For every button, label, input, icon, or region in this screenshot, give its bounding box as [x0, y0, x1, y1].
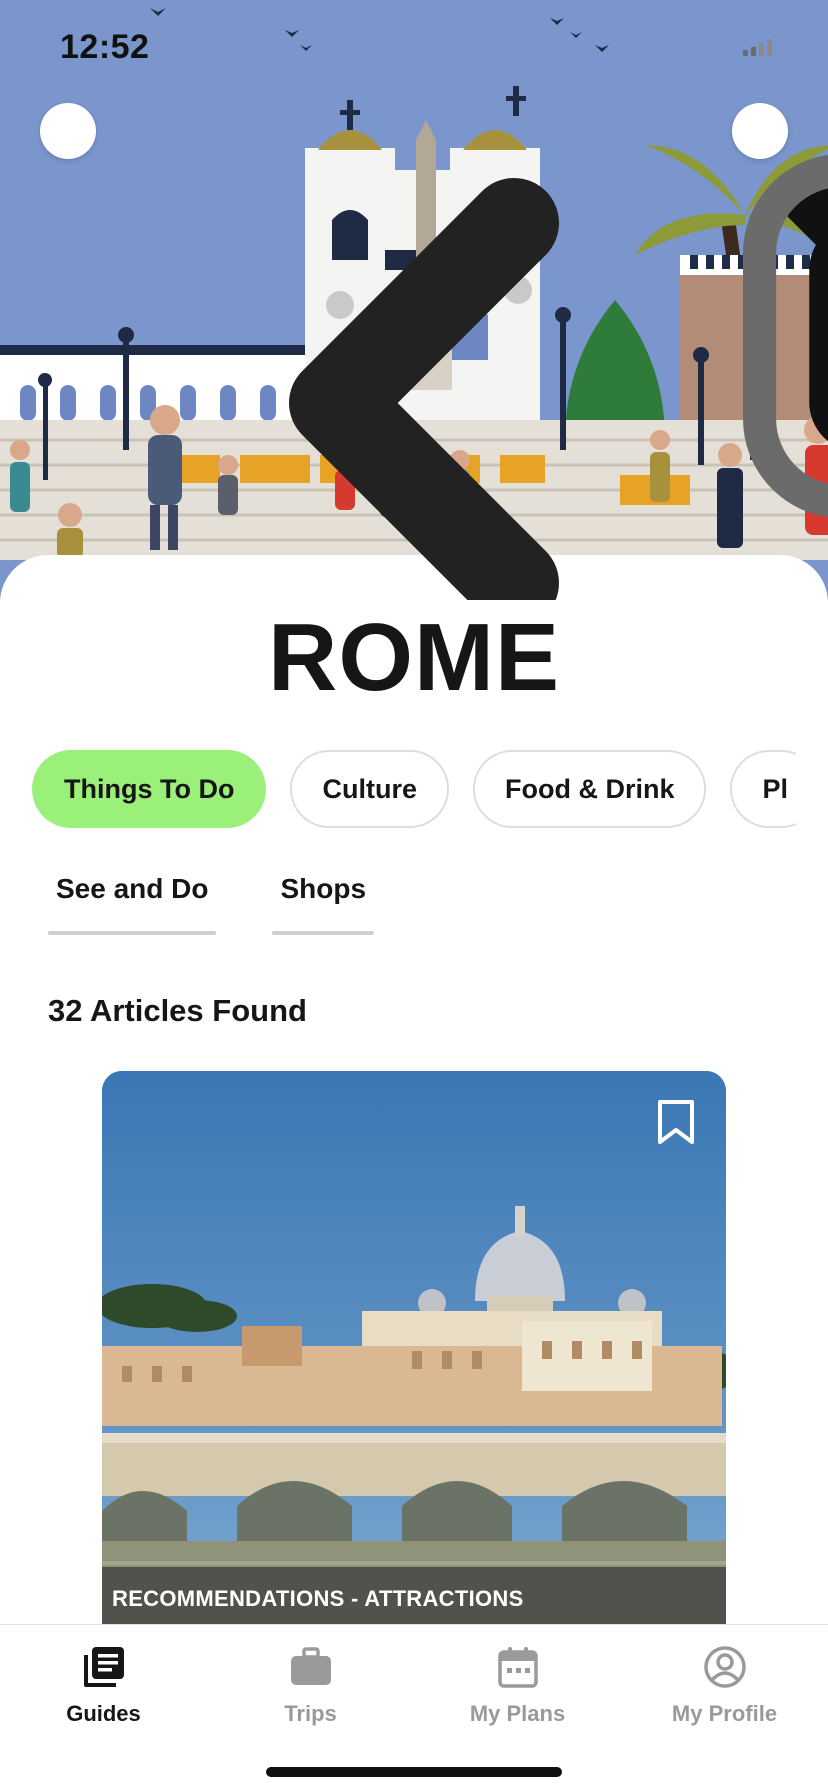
calendar-icon — [494, 1643, 542, 1691]
tab-my-profile[interactable]: My Profile — [621, 1643, 828, 1727]
chevron-left-icon — [289, 178, 559, 600]
subtab-see-and-do[interactable]: See and Do — [48, 873, 217, 935]
article-category-label: RECOMMENDATIONS - ATTRACTIONS — [102, 1567, 726, 1631]
city-title: ROME — [268, 604, 560, 711]
status-bar: 12:52 — [0, 0, 828, 518]
search-button[interactable] — [732, 103, 788, 159]
status-time: 12:52 — [60, 28, 150, 66]
tab-trips[interactable]: Trips — [207, 1643, 414, 1727]
tab-my-profile-label: My Profile — [671, 1701, 778, 1726]
chip-things-to-do[interactable]: Things To Do — [32, 750, 267, 828]
category-chip-row: Things To Do Culture Food & Drink Pl — [32, 750, 796, 830]
chip-culture[interactable]: Culture — [290, 750, 449, 828]
chip-food-and-drink[interactable]: Food & Drink — [472, 750, 707, 828]
article-photo — [102, 1071, 726, 1631]
tab-guides[interactable]: Guides — [0, 1643, 207, 1727]
back-button[interactable] — [40, 103, 559, 600]
profile-icon — [701, 1643, 749, 1691]
guides-icon — [80, 1643, 128, 1691]
results-count: 32 Articles Found — [48, 993, 307, 1028]
rome-guide-screen: 12:52 ROME Things To Do Culture Food & D… — [0, 0, 828, 1792]
subcategory-tabs: See and Do Shops — [48, 873, 374, 935]
tab-my-plans[interactable]: My Plans — [414, 1643, 621, 1727]
bookmark-icon[interactable] — [656, 1099, 696, 1145]
chip-places[interactable]: Pl — [730, 750, 796, 828]
status-icons — [743, 36, 828, 518]
bottom-tab-bar: Guides Trips My Plans My Profile — [0, 1624, 828, 1792]
article-card[interactable]: RECOMMENDATIONS - ATTRACTIONS — [102, 1071, 726, 1631]
home-indicator — [266, 1767, 562, 1777]
content-sheet: ROME Things To Do Culture Food & Drink P… — [0, 555, 828, 1792]
hero-illustration: 12:52 — [0, 0, 828, 600]
tab-guides-label: Guides — [66, 1701, 141, 1726]
subtab-shops[interactable]: Shops — [272, 873, 374, 935]
briefcase-icon — [287, 1643, 335, 1691]
tab-trips-label: Trips — [284, 1701, 337, 1726]
search-icon — [732, 103, 828, 600]
tab-my-plans-label: My Plans — [469, 1701, 566, 1726]
